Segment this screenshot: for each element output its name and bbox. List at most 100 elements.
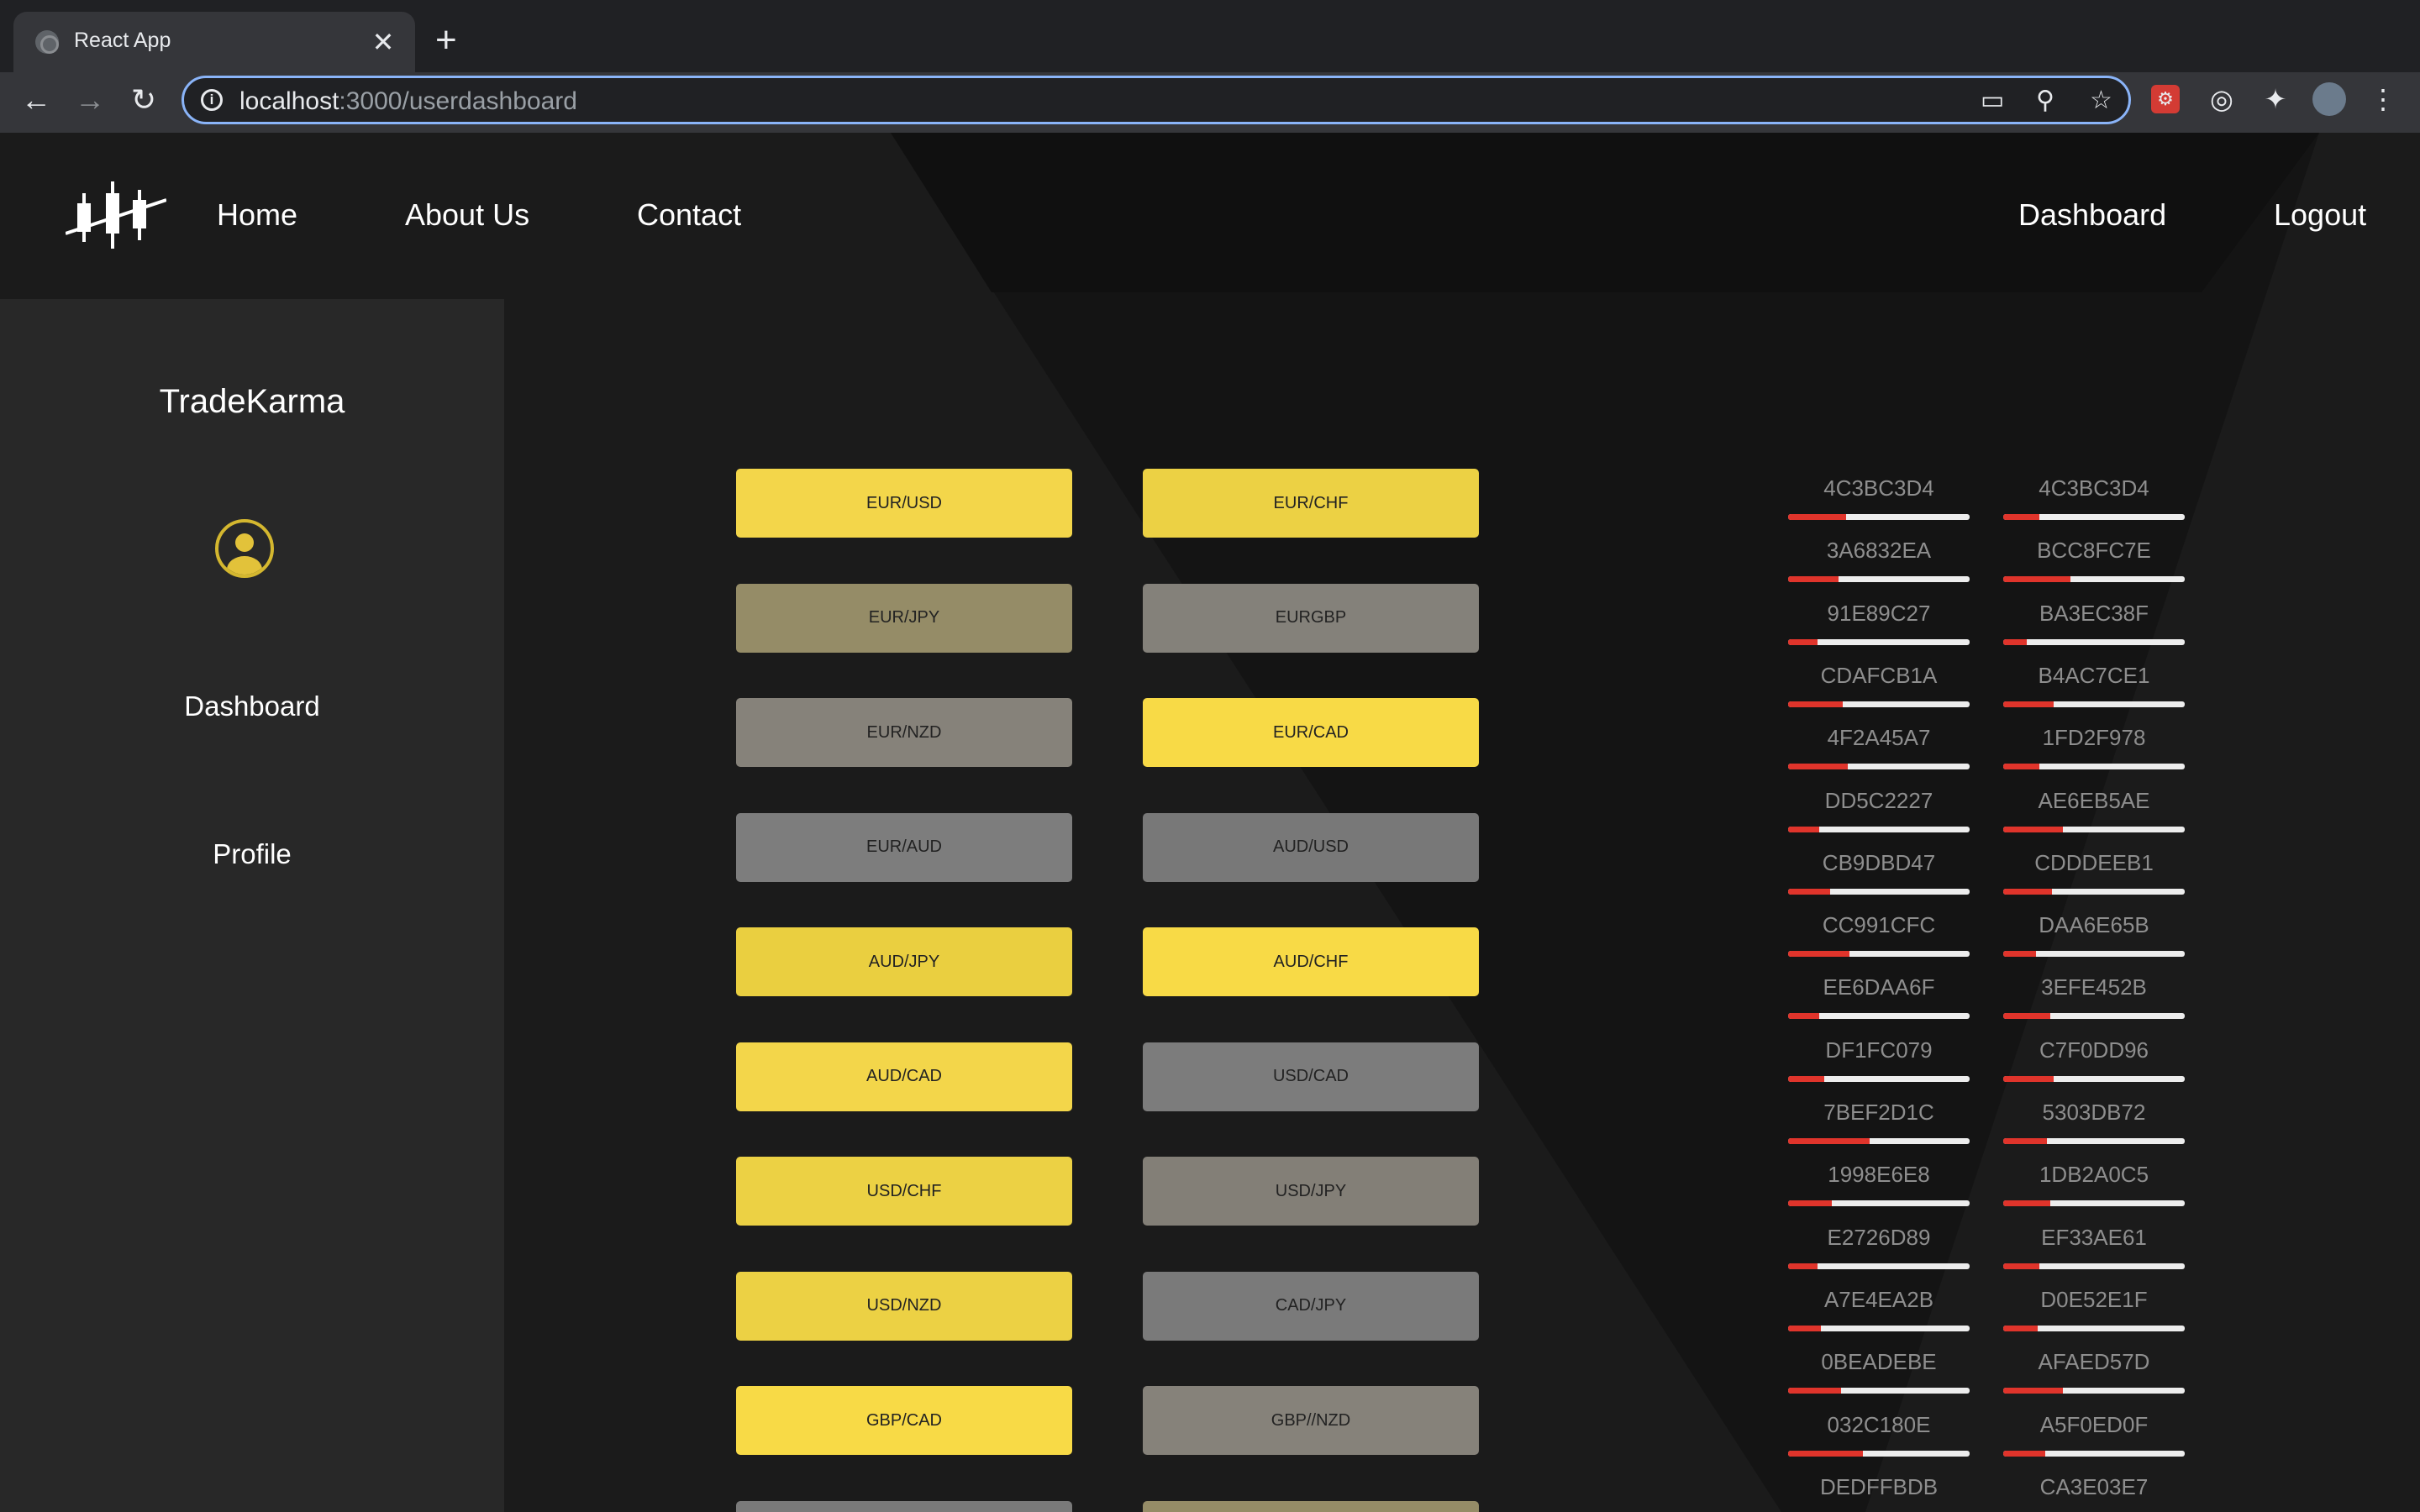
sidebar-item-dashboard[interactable]: Dashboard [0,690,504,722]
ticker-id: DF1FC079 [1825,1037,1933,1063]
pair-button[interactable] [1143,1500,1479,1512]
sidebar-item-profile[interactable]: Profile [0,838,504,870]
pair-button[interactable]: USD/CHF [736,1157,1072,1226]
profile-avatar-icon[interactable] [2312,82,2346,116]
pair-button[interactable]: AUD/CHF [1143,927,1479,996]
pair-button[interactable]: EUR/AUD [736,812,1072,882]
pair-button[interactable]: AUD/CAD [736,1042,1072,1111]
ticker-progress-fill [2003,1200,2051,1207]
ticker-id: 5303DB72 [2042,1100,2146,1125]
ticker-item: CDDDEEB1 [2003,850,2185,900]
ticker-id: CA3E03E7 [2039,1473,2149,1499]
ticker-id: DEDFFBDB [1819,1473,1939,1499]
pair-button[interactable]: GBP//NZD [1143,1386,1479,1455]
ticker-item: 1DB2A0C5 [2003,1162,2185,1212]
ticker-progress-fill [2003,1013,2051,1020]
ticker-id: BCC8FC7E [2037,538,2151,564]
pair-button[interactable]: EURGBP [1143,583,1479,653]
candlestick-logo-icon[interactable] [66,181,166,249]
ticker-id: D0E52E1F [2040,1286,2148,1312]
ticker-progress-fill [1788,514,1847,520]
ticker-item: CDAFCB1A [1788,663,1970,713]
ticker-progress-fill [1788,1200,1832,1207]
pair-button[interactable]: AUD/USD [1143,812,1479,882]
ticker-item: 1FD2F978 [2003,725,2185,775]
ticker-progress-bar [1788,1450,1970,1457]
ticker-item: DF1FC079 [1788,1037,1970,1088]
ticker-progress-fill [1788,826,1819,832]
nav-about-us[interactable]: About Us [405,197,529,234]
close-tab-icon[interactable]: ✕ [366,25,400,59]
browser-chrome: React App ✕ + ← → ↻ i localhost:3000/use… [0,0,2420,133]
pair-button[interactable]: EUR/USD [736,469,1072,538]
ticker-id: 7BEF2D1C [1823,1100,1934,1125]
pair-button[interactable]: CAD/JPY [1143,1271,1479,1341]
pair-button[interactable]: GBP/CAD [736,1386,1072,1455]
nav-logout[interactable]: Logout [2274,197,2366,234]
key-icon[interactable]: ⚲ [2036,86,2054,116]
ticker-progress-fill [1788,888,1830,895]
ticker-item: CA3E03E7 [2003,1474,2185,1512]
url-path: :3000/userdashboard [339,87,577,115]
ticker-progress-bar [1788,951,1970,958]
ticker-progress-bar [1788,576,1970,583]
ticker-item: CC991CFC [1788,912,1970,963]
star-icon[interactable]: ☆ [2090,86,2112,116]
ticker-progress-fill [1788,638,1818,645]
pair-button[interactable]: USD/CAD [1143,1042,1479,1111]
browser-tab[interactable]: React App ✕ [13,12,415,72]
ticker-id: 3A6832EA [1826,538,1932,564]
cast-icon[interactable]: ▭ [1981,86,2004,116]
puzzle-icon[interactable]: ✦ [2259,82,2292,116]
nav-contact[interactable]: Contact [637,197,741,234]
ticker-progress-bar [1788,1013,1970,1020]
pair-button[interactable]: AUD/JPY [736,927,1072,996]
info-icon[interactable]: i [201,89,223,111]
extension-target-icon[interactable]: ◎ [2205,82,2238,116]
pair-button[interactable]: EUR/CHF [1143,469,1479,538]
menu-dots-icon[interactable]: ⋮ [2366,82,2400,116]
pair-button[interactable]: USD/JPY [1143,1157,1479,1226]
ticker-progress-fill [2003,701,2054,707]
ticker-progress-fill [1788,1013,1819,1020]
ticker-id: 4C3BC3D4 [1823,475,1934,501]
pair-button[interactable]: EUR/CAD [1143,698,1479,767]
ticker-item: AFAED57D [2003,1349,2185,1399]
extension-red-icon[interactable]: ⚙ [2151,85,2180,113]
ticker-progress-fill [2003,1450,2045,1457]
ticker-id: DD5C2227 [1824,787,1933,813]
ticker-progress-bar [2003,1075,2185,1082]
ticker-progress-bar [1788,826,1970,832]
ticker-id: 1DB2A0C5 [2039,1162,2149,1188]
ticker-item: EF33AE61 [2003,1225,2185,1275]
pair-button[interactable] [736,1500,1072,1512]
ticker-progress-bar [1788,701,1970,707]
ticker-progress-bar [2003,638,2185,645]
ticker-id: BA3EC38F [2039,600,2149,626]
ticker-item: 7BEF2D1C [1788,1100,1970,1150]
nav-dashboard[interactable]: Dashboard [2018,197,2166,234]
pair-button[interactable]: USD/NZD [736,1271,1072,1341]
ticker-id: CB9DBD47 [1822,849,1936,875]
ticker-id: 91E89C27 [1827,600,1931,626]
globe-icon [35,30,59,54]
ticker-progress-fill [1788,1075,1825,1082]
user-avatar-icon[interactable] [215,519,274,578]
ticker-progress-bar [1788,1200,1970,1207]
ticker-progress-bar [2003,514,2185,520]
ticker-id: A5F0ED0F [2039,1411,2149,1437]
back-arrow-icon[interactable]: ← [17,81,55,119]
ticker-progress-bar [1788,764,1970,770]
address-bar[interactable]: i localhost:3000/userdashboard ▭ ⚲ ☆ [182,76,2131,124]
new-tab-button[interactable]: + [435,22,457,59]
pair-button[interactable]: EUR/NZD [736,698,1072,767]
ticker-progress-bar [1788,638,1970,645]
nav-home[interactable]: Home [217,197,297,234]
pair-button[interactable]: EUR/JPY [736,583,1072,653]
ticker-id: A7E4EA2B [1823,1286,1934,1312]
ticker-progress-fill [2003,1325,2039,1331]
ticker-id: CDAFCB1A [1820,662,1938,688]
forward-arrow-icon[interactable]: → [71,81,109,119]
reload-icon[interactable]: ↻ [124,81,163,119]
ticker-progress-fill [2003,888,2053,895]
